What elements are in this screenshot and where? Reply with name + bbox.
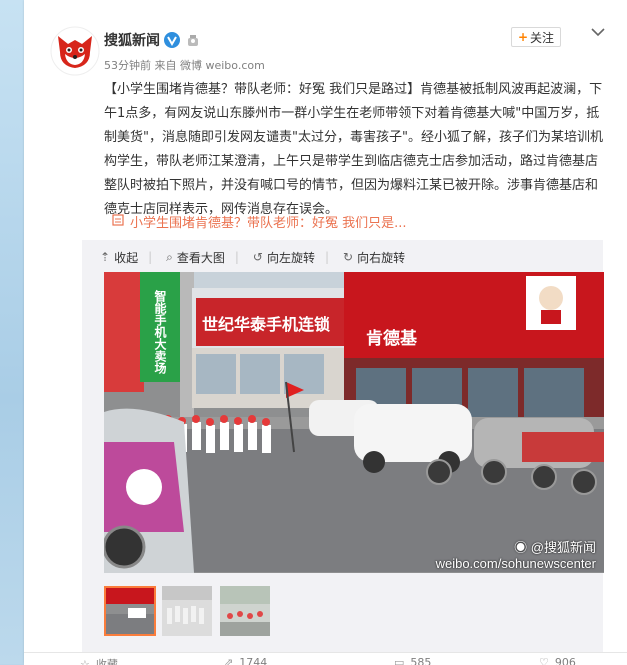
action-bar: ☆ 收藏 ⇗ 1744 ▭ 585 ♡ 906 bbox=[24, 652, 627, 665]
watermark-handle-row: ◉ @搜狐新闻 bbox=[436, 537, 596, 556]
verified-badge-icon bbox=[164, 32, 180, 48]
thumbnail-1[interactable] bbox=[104, 586, 156, 636]
chevron-down-icon[interactable] bbox=[590, 24, 606, 38]
divider: | bbox=[325, 250, 329, 264]
collapse-icon: ⇡ bbox=[100, 250, 110, 264]
divider: | bbox=[148, 250, 152, 264]
rotate-right-button[interactable]: ↻ 向右旋转 bbox=[343, 249, 405, 266]
rotate-right-icon: ↻ bbox=[343, 250, 353, 264]
follow-label: 关注 bbox=[530, 29, 554, 46]
collapse-label: 收起 bbox=[114, 249, 138, 266]
rotate-left-label: 向左旋转 bbox=[267, 249, 315, 266]
zoom-icon: ⌕ bbox=[166, 250, 173, 265]
divider: | bbox=[235, 250, 239, 264]
fox-avatar-icon[interactable] bbox=[50, 26, 100, 76]
view-large-label: 查看大图 bbox=[177, 249, 225, 266]
follow-button[interactable]: + 关注 bbox=[511, 27, 561, 47]
post-meta: 53分钟前 来自 微博 weibo.com bbox=[104, 57, 265, 73]
username[interactable]: 搜狐新闻 bbox=[104, 30, 160, 50]
medal-icon[interactable] bbox=[186, 33, 200, 47]
post-photo[interactable]: 智能手机大卖场 世纪华泰手机连锁 肯德基 bbox=[104, 272, 604, 573]
link-icon bbox=[112, 214, 124, 230]
rotate-left-button[interactable]: ↺ 向左旋转 | bbox=[253, 249, 329, 266]
watermark-handle: @搜狐新闻 bbox=[531, 540, 596, 555]
rotate-right-label: 向右旋转 bbox=[357, 249, 405, 266]
thumbnail-2[interactable] bbox=[162, 586, 214, 636]
vertical-sign-text: 智能手机大卖场 bbox=[153, 289, 167, 375]
weibo-watermark: ◉ @搜狐新闻 weibo.com/sohunewscenter bbox=[436, 537, 596, 571]
source-link-label: 小学生围堵肯德基？带队老师：好冤 我们只是... bbox=[130, 212, 407, 231]
thumbnail-3[interactable] bbox=[220, 586, 272, 636]
view-large-button[interactable]: ⌕ 查看大图 | bbox=[166, 249, 239, 266]
weibo-logo-icon: ◉ bbox=[514, 540, 527, 555]
post-text: 【小学生围堵肯德基？带队老师：好冤 我们只是路过】肯德基被抵制风波再起波澜，下午… bbox=[104, 78, 604, 222]
phone-store-sign: 世纪华泰手机连锁 bbox=[202, 315, 330, 334]
rotate-left-icon: ↺ bbox=[253, 250, 263, 264]
media-toolbar: ⇡ 收起 | ⌕ 查看大图 | ↺ 向左旋转 | ↻ 向右旋转 bbox=[100, 247, 419, 267]
plus-icon: + bbox=[518, 30, 528, 44]
photo-thumbnails bbox=[104, 586, 278, 636]
kfc-sign: 肯德基 bbox=[366, 328, 418, 348]
page-background bbox=[0, 0, 24, 664]
watermark-url: weibo.com/sohunewscenter bbox=[436, 556, 596, 571]
source-link[interactable]: 小学生围堵肯德基？带队老师：好冤 我们只是... bbox=[112, 212, 407, 231]
collapse-button[interactable]: ⇡ 收起 | bbox=[100, 249, 152, 266]
